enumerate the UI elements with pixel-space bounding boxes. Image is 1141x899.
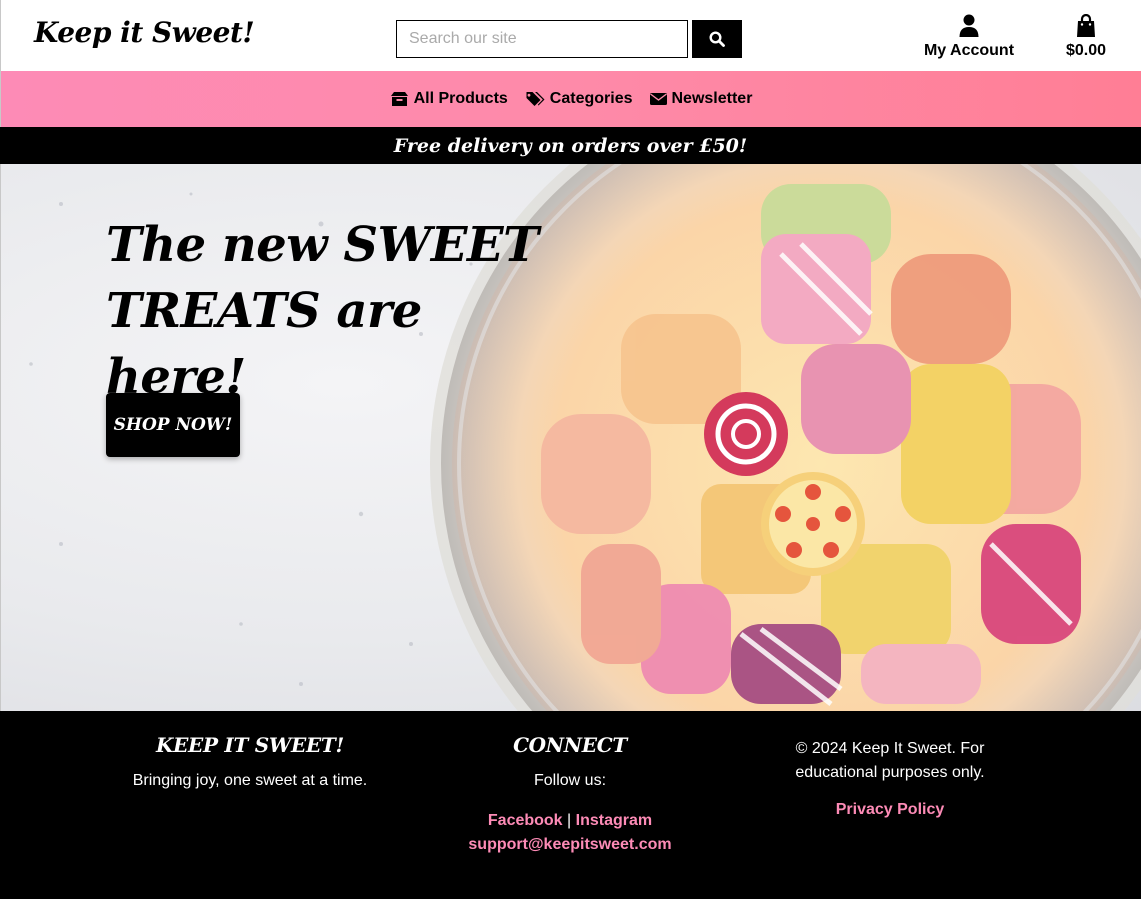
shop-now-button[interactable]: SHOP NOW! <box>106 393 240 457</box>
footer-connect-column: CONNECT Follow us: Facebook | Instagram … <box>420 733 720 857</box>
hero-title-line-2: TREATS are here! <box>106 283 422 405</box>
nav-newsletter-label: Newsletter <box>671 90 753 107</box>
shopping-bag-icon <box>1077 14 1095 37</box>
box-icon <box>390 92 408 106</box>
search-button[interactable] <box>692 20 742 58</box>
site-header: Keep it Sweet! My Account $0.00 <box>0 0 1141 71</box>
promo-banner: Free delivery on orders over £50! <box>0 127 1141 164</box>
promo-text: Free delivery on orders over £50! <box>393 134 748 157</box>
nav-categories-label: Categories <box>549 90 633 107</box>
footer-connect-heading: CONNECT <box>513 733 627 757</box>
nav-all-products-label: All Products <box>413 90 508 107</box>
link-separator: | <box>567 812 572 829</box>
cart-total: $0.00 <box>1065 42 1107 59</box>
main-nav: All Products Categories Newsletter <box>0 71 1141 127</box>
hero-title: The new SWEET TREATS are here! <box>106 212 566 410</box>
nav-categories[interactable]: Categories <box>525 90 633 108</box>
my-account-link[interactable]: My Account <box>913 14 1025 60</box>
cart-link[interactable]: $0.00 <box>1056 14 1116 60</box>
copyright-line-2: educational purposes only. <box>795 764 985 781</box>
search-input[interactable] <box>396 20 688 58</box>
footer-tagline: Bringing joy, one sweet at a time. <box>132 772 368 789</box>
nav-all-products[interactable]: All Products <box>390 90 508 108</box>
tags-icon <box>525 92 545 106</box>
nav-newsletter[interactable]: Newsletter <box>649 90 753 108</box>
hero-title-line-1: The new SWEET <box>106 217 539 273</box>
footer-legal-column: © 2024 Keep It Sweet. For educational pu… <box>760 737 1020 819</box>
footer-follow-text: Follow us: <box>533 772 607 789</box>
my-account-label: My Account <box>923 42 1015 59</box>
social-links: Facebook | Instagram <box>420 809 720 833</box>
footer-brand-heading: KEEP IT SWEET! <box>156 733 344 757</box>
instagram-link[interactable]: Instagram <box>576 812 652 829</box>
hero-section: The new SWEET TREATS are here! SHOP NOW! <box>0 164 1141 711</box>
privacy-policy-link[interactable]: Privacy Policy <box>836 801 945 819</box>
site-logo[interactable]: Keep it Sweet! <box>34 16 255 49</box>
copyright-line-1: © 2024 Keep It Sweet. For <box>795 740 985 757</box>
support-email-link[interactable]: support@keepitsweet.com <box>468 836 671 853</box>
site-footer: KEEP IT SWEET! Bringing joy, one sweet a… <box>0 711 1141 899</box>
envelope-icon <box>649 93 667 105</box>
search-icon <box>709 31 725 47</box>
footer-brand-column: KEEP IT SWEET! Bringing joy, one sweet a… <box>100 733 400 793</box>
user-icon <box>959 14 979 37</box>
facebook-link[interactable]: Facebook <box>488 812 563 829</box>
